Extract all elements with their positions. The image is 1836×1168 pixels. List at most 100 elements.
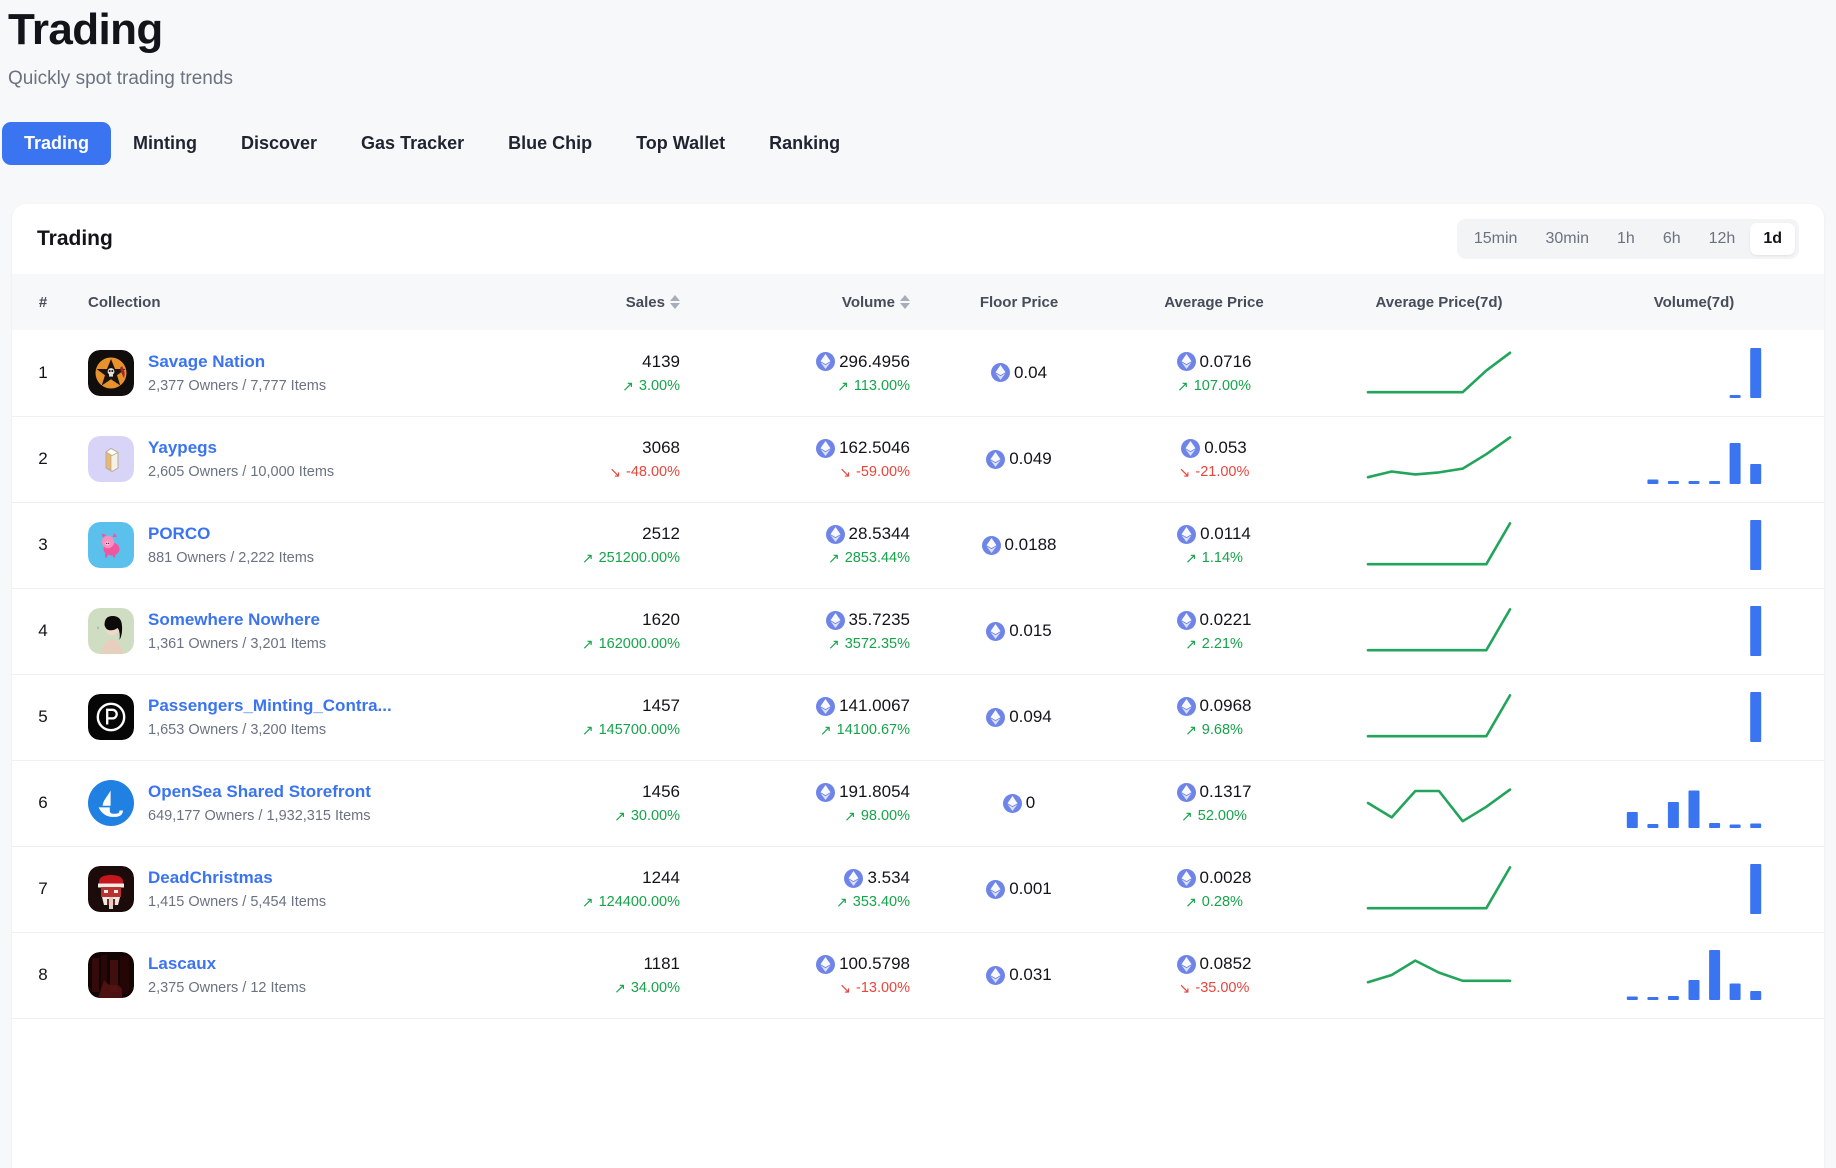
tab-gas-tracker[interactable]: Gas Tracker xyxy=(339,122,486,165)
arrow-up-icon: ↗ xyxy=(622,379,634,393)
tab-label: Discover xyxy=(241,133,317,153)
floor-price-value: 0.0188 xyxy=(938,535,1100,555)
table-row[interactable]: 8Lascaux2,375 Owners / 12 Items1181↗34.0… xyxy=(12,932,1824,1018)
row-average-price-7d-sparkline xyxy=(1314,330,1564,416)
eth-icon xyxy=(982,536,1001,555)
collection-name[interactable]: Savage Nation xyxy=(148,352,326,372)
column-header-volume[interactable]: Volume xyxy=(694,274,924,330)
collection-avatar[interactable] xyxy=(88,522,134,568)
volume-value: 100.5798 xyxy=(708,954,910,974)
timeframe-12h[interactable]: 12h xyxy=(1696,223,1749,255)
row-average-price: 0.0716↗107.00% xyxy=(1114,330,1314,416)
sales-delta: ↗34.00% xyxy=(508,980,680,996)
collection-name[interactable]: PORCO xyxy=(148,524,314,544)
collection-stats: 2,377 Owners / 7,777 Items xyxy=(148,378,326,394)
volume-amount: 28.5344 xyxy=(849,524,910,544)
arrow-up-icon: ↗ xyxy=(582,551,594,565)
eth-icon xyxy=(826,525,845,544)
eth-icon xyxy=(986,708,1005,727)
average-price-value: 0.0221 xyxy=(1128,610,1300,630)
column-header-sales[interactable]: Sales xyxy=(494,274,694,330)
timeframe-15min[interactable]: 15min xyxy=(1461,223,1531,255)
trading-page: Trading Quickly spot trading trends Trad… xyxy=(0,0,1836,1168)
sort-icon[interactable] xyxy=(670,295,680,309)
table-row[interactable]: 4Somewhere Nowhere1,361 Owners / 3,201 I… xyxy=(12,588,1824,674)
collection-name[interactable]: Lascaux xyxy=(148,954,306,974)
sales-value: 2512 xyxy=(508,524,680,544)
row-average-price: 0.0852↘-35.00% xyxy=(1114,932,1314,1018)
row-floor-price: 0.094 xyxy=(924,674,1114,760)
column-header-avgprice: Average Price xyxy=(1114,274,1314,330)
collection-name[interactable]: Yaypegs xyxy=(148,438,334,458)
average-price-value: 0.053 xyxy=(1128,438,1300,458)
collection-name[interactable]: Somewhere Nowhere xyxy=(148,610,326,630)
average-price-delta: ↗2.21% xyxy=(1128,636,1300,652)
sales-value: 1457 xyxy=(508,696,680,716)
collection-avatar[interactable] xyxy=(88,608,134,654)
eth-icon xyxy=(816,955,835,974)
timeframe-1h[interactable]: 1h xyxy=(1604,223,1648,255)
row-volume-7d-bars xyxy=(1564,846,1824,932)
timeframe-1d[interactable]: 1d xyxy=(1750,223,1795,255)
arrow-up-icon: ↗ xyxy=(1181,809,1193,823)
row-rank: 4 xyxy=(12,588,74,674)
table-row[interactable]: 1Savage Nation2,377 Owners / 7,777 Items… xyxy=(12,330,1824,416)
collection-name[interactable]: DeadChristmas xyxy=(148,868,326,888)
sales-delta-value: 145700.00% xyxy=(599,722,680,738)
row-average-price: 0.1317↗52.00% xyxy=(1114,760,1314,846)
collection-avatar[interactable] xyxy=(88,350,134,396)
table-row[interactable]: 3PORCO881 Owners / 2,222 Items2512↗25120… xyxy=(12,502,1824,588)
sales-delta-value: -48.00% xyxy=(626,464,680,480)
eth-icon xyxy=(986,450,1005,469)
arrow-up-icon: ↗ xyxy=(836,895,848,909)
collection-avatar[interactable] xyxy=(88,436,134,482)
volume-delta: ↗2853.44% xyxy=(708,550,910,566)
sales-value: 1620 xyxy=(508,610,680,630)
average-price-delta-value: 0.28% xyxy=(1202,894,1243,910)
eth-icon xyxy=(986,880,1005,899)
tab-trading[interactable]: Trading xyxy=(2,122,111,165)
collection-avatar[interactable] xyxy=(88,780,134,826)
table-row[interactable]: 7DeadChristmas1,415 Owners / 5,454 Items… xyxy=(12,846,1824,932)
volume-value: 35.7235 xyxy=(708,610,910,630)
table-row[interactable]: 2Yaypegs2,605 Owners / 10,000 Items3068↘… xyxy=(12,416,1824,502)
eth-icon xyxy=(1177,525,1196,544)
collection-avatar[interactable] xyxy=(88,694,134,740)
row-collection: PORCO881 Owners / 2,222 Items xyxy=(74,502,494,588)
row-collection: Savage Nation 2,377 Owners / 7,777 Items xyxy=(74,330,494,416)
column-header-label: Average Price xyxy=(1164,294,1264,311)
floor-price-value: 0.001 xyxy=(938,879,1100,899)
timeframe-30min[interactable]: 30min xyxy=(1532,223,1602,255)
collection-name[interactable]: OpenSea Shared Storefront xyxy=(148,782,371,802)
floor-price-value: 0.049 xyxy=(938,449,1100,469)
timeframe-label: 6h xyxy=(1663,230,1681,247)
collection-name[interactable]: Passengers_Minting_Contra... xyxy=(148,696,392,716)
table-row[interactable]: 5Passengers_Minting_Contra...1,653 Owner… xyxy=(12,674,1824,760)
collection-avatar[interactable] xyxy=(88,952,134,998)
arrow-up-icon: ↗ xyxy=(614,809,626,823)
tab-top-wallet[interactable]: Top Wallet xyxy=(614,122,747,165)
tab-label: Gas Tracker xyxy=(361,133,464,153)
column-header-volume7d: Volume(7d) xyxy=(1564,274,1824,330)
column-header-label: Average Price(7d) xyxy=(1375,294,1502,311)
table-row[interactable]: 6OpenSea Shared Storefront649,177 Owners… xyxy=(12,760,1824,846)
sort-icon[interactable] xyxy=(900,295,910,309)
tab-discover[interactable]: Discover xyxy=(219,122,339,165)
tab-ranking[interactable]: Ranking xyxy=(747,122,862,165)
timeframe-6h[interactable]: 6h xyxy=(1650,223,1694,255)
eth-icon xyxy=(991,363,1010,382)
collection-avatar[interactable] xyxy=(88,866,134,912)
row-average-price-7d-sparkline xyxy=(1314,760,1564,846)
volume-amount: 141.0067 xyxy=(839,696,910,716)
average-price-delta: ↘-21.00% xyxy=(1128,464,1300,480)
sales-value: 1181 xyxy=(508,954,680,974)
tab-label: Top Wallet xyxy=(636,133,725,153)
eth-icon xyxy=(844,869,863,888)
floor-price-value: 0.04 xyxy=(938,363,1100,383)
sales-delta: ↗30.00% xyxy=(508,808,680,824)
average-price-amount: 0.1317 xyxy=(1200,782,1252,802)
tab-minting[interactable]: Minting xyxy=(111,122,219,165)
row-sales: 1457↗145700.00% xyxy=(494,674,694,760)
tab-blue-chip[interactable]: Blue Chip xyxy=(486,122,614,165)
arrow-up-icon: ↗ xyxy=(1185,723,1197,737)
